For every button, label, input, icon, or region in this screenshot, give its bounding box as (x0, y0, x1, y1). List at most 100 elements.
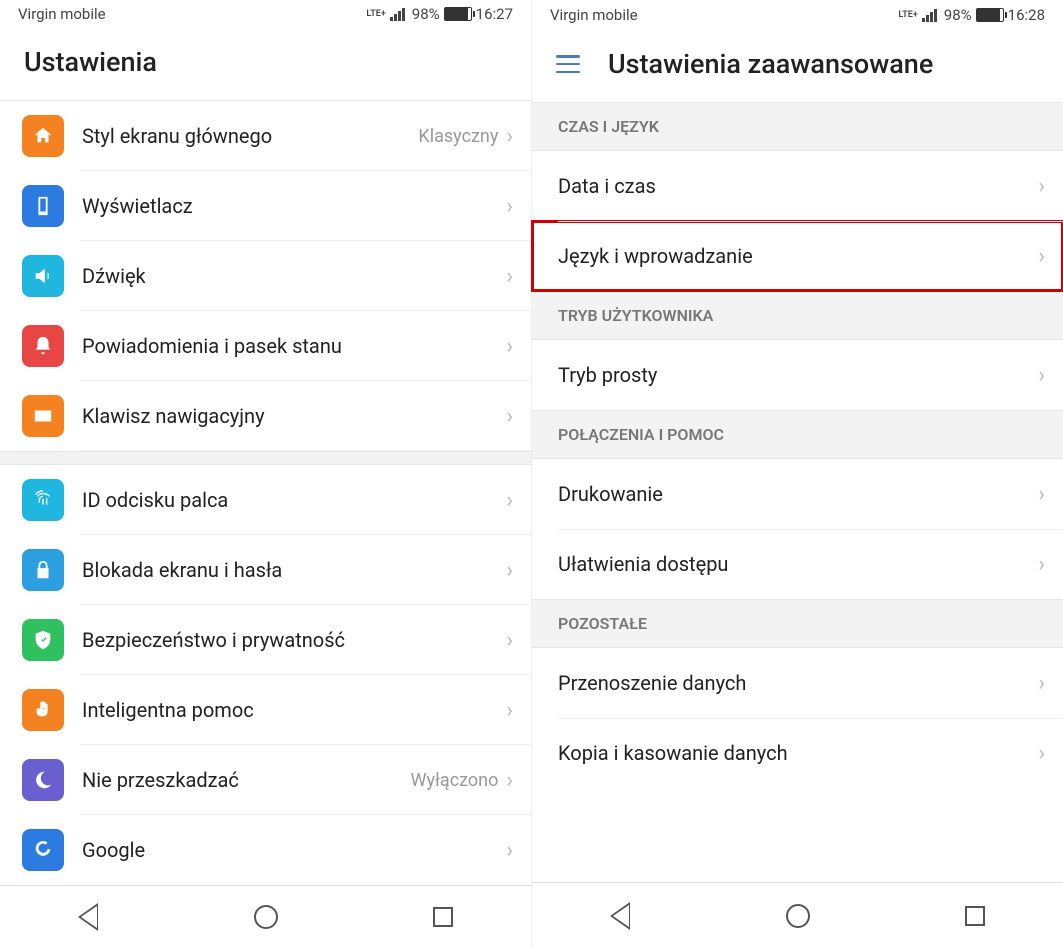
row-label: Klawisz nawigacyjny (82, 404, 506, 428)
chevron-right-icon: › (506, 334, 513, 359)
row-label: Tryb prosty (558, 363, 1038, 387)
settings-row-smart[interactable]: Inteligentna pomoc› (0, 675, 531, 745)
settings-row-access[interactable]: Ułatwienia dostępu› (532, 529, 1063, 599)
row-label: Bezpieczeństwo i prywatność (82, 628, 506, 652)
settings-row-datetime[interactable]: Data i czas› (532, 151, 1063, 221)
section-header: TRYB UŻYTKOWNIKA (532, 291, 1063, 340)
chevron-right-icon: › (506, 404, 513, 429)
section-header: CZAS I JĘZYK (532, 102, 1063, 151)
menu-icon[interactable] (556, 55, 580, 73)
settings-row-simple[interactable]: Tryb prosty› (532, 340, 1063, 410)
carrier-label: Virgin mobile (550, 6, 638, 24)
row-label: Język i wprowadzanie (558, 244, 1038, 268)
lte-icon: LTE+ (898, 11, 917, 19)
chevron-right-icon: › (506, 628, 513, 653)
recent-button[interactable] (961, 902, 989, 930)
chevron-right-icon: › (1038, 482, 1045, 507)
row-label: Styl ekranu głównego (82, 124, 418, 148)
advanced-settings-list: CZAS I JĘZYKData i czas›Język i wprowadz… (532, 102, 1063, 788)
page-header: Ustawienia zaawansowane (532, 30, 1063, 102)
moon-icon (22, 759, 64, 801)
settings-row-backup[interactable]: Kopia i kasowanie danych› (532, 718, 1063, 788)
recent-button[interactable] (429, 903, 457, 931)
chevron-right-icon: › (1038, 174, 1045, 199)
status-bar: Virgin mobile LTE+ 98% 16:27 (0, 0, 531, 28)
settings-row-homestyle[interactable]: Styl ekranu głównegoKlasyczny › (0, 101, 531, 171)
signal-icon (390, 7, 408, 21)
settings-row-print[interactable]: Drukowanie› (532, 459, 1063, 529)
chevron-right-icon: › (506, 194, 513, 219)
settings-row-sound[interactable]: Dźwięk› (0, 241, 531, 311)
lte-icon: LTE+ (366, 10, 385, 18)
chevron-right-icon: › (1038, 741, 1045, 766)
shield-icon (22, 619, 64, 661)
lock-icon (22, 549, 64, 591)
battery-percent: 98% (944, 6, 972, 24)
bell-icon (22, 325, 64, 367)
home-button[interactable] (252, 903, 280, 931)
battery-icon (976, 8, 1004, 22)
battery-icon (444, 7, 472, 21)
row-label: Blokada ekranu i hasła (82, 558, 506, 582)
chevron-right-icon: › (1038, 552, 1045, 577)
settings-row-google[interactable]: Google› (0, 815, 531, 885)
carrier-label: Virgin mobile (18, 5, 106, 23)
row-label: ID odcisku palca (82, 488, 506, 512)
chevron-right-icon: › (506, 488, 513, 513)
sound-icon (22, 255, 64, 297)
row-value: Klasyczny (418, 126, 498, 147)
chevron-right-icon: › (506, 698, 513, 723)
back-button[interactable] (75, 903, 103, 931)
back-button[interactable] (607, 902, 635, 930)
row-label: Powiadomienia i pasek stanu (82, 334, 506, 358)
settings-screen-left: Virgin mobile LTE+ 98% 16:27 Ustawienia … (0, 0, 532, 948)
settings-row-dnd[interactable]: Nie przeszkadzaćWyłączono › (0, 745, 531, 815)
settings-screen-right: Virgin mobile LTE+ 98% 16:28 Ustawienia … (532, 0, 1063, 948)
page-header: Ustawienia (0, 28, 531, 100)
row-label: Google (82, 838, 506, 862)
row-label: Wyświetlacz (82, 194, 506, 218)
chevron-right-icon: › (1038, 244, 1045, 269)
chevron-right-icon: › (506, 838, 513, 863)
clock: 16:28 (1008, 6, 1045, 24)
chevron-right-icon: › (506, 124, 513, 149)
row-label: Data i czas (558, 174, 1038, 198)
settings-row-finger[interactable]: ID odcisku palca› (0, 465, 531, 535)
row-label: Inteligentna pomoc (82, 698, 506, 722)
keyboard-icon (22, 395, 64, 437)
clock: 16:27 (476, 5, 513, 23)
signal-icon (922, 8, 940, 22)
chevron-right-icon: › (506, 264, 513, 289)
settings-row-lang[interactable]: Język i wprowadzanie› (532, 221, 1063, 291)
chevron-right-icon: › (506, 558, 513, 583)
settings-row-security[interactable]: Bezpieczeństwo i prywatność› (0, 605, 531, 675)
row-label: Przenoszenie danych (558, 671, 1038, 695)
settings-row-display[interactable]: Wyświetlacz› (0, 171, 531, 241)
settings-list: Styl ekranu głównegoKlasyczny›Wyświetlac… (0, 101, 531, 885)
row-label: Drukowanie (558, 482, 1038, 506)
row-label: Ułatwienia dostępu (558, 552, 1038, 576)
home-button[interactable] (784, 902, 812, 930)
section-header: POZOSTAŁE (532, 599, 1063, 648)
settings-row-lock[interactable]: Blokada ekranu i hasła› (0, 535, 531, 605)
google-icon (22, 829, 64, 871)
row-value: Wyłączono (411, 770, 499, 791)
chevron-right-icon: › (1038, 671, 1045, 696)
row-label: Kopia i kasowanie danych (558, 741, 1038, 765)
display-icon (22, 185, 64, 227)
nav-bar (532, 882, 1063, 948)
row-label: Dźwięk (82, 264, 506, 288)
chevron-right-icon: › (1038, 363, 1045, 388)
home-icon (22, 115, 64, 157)
page-title: Ustawienia zaawansowane (608, 48, 933, 80)
page-title: Ustawienia (24, 46, 157, 78)
settings-row-navkey[interactable]: Klawisz nawigacyjny› (0, 381, 531, 451)
row-label: Nie przeszkadzać (82, 768, 411, 792)
nav-bar (0, 885, 531, 948)
status-bar: Virgin mobile LTE+ 98% 16:28 (532, 0, 1063, 30)
fingerprint-icon (22, 479, 64, 521)
settings-row-transfer[interactable]: Przenoszenie danych› (532, 648, 1063, 718)
battery-percent: 98% (412, 5, 440, 23)
chevron-right-icon: › (506, 768, 513, 793)
settings-row-notif[interactable]: Powiadomienia i pasek stanu› (0, 311, 531, 381)
